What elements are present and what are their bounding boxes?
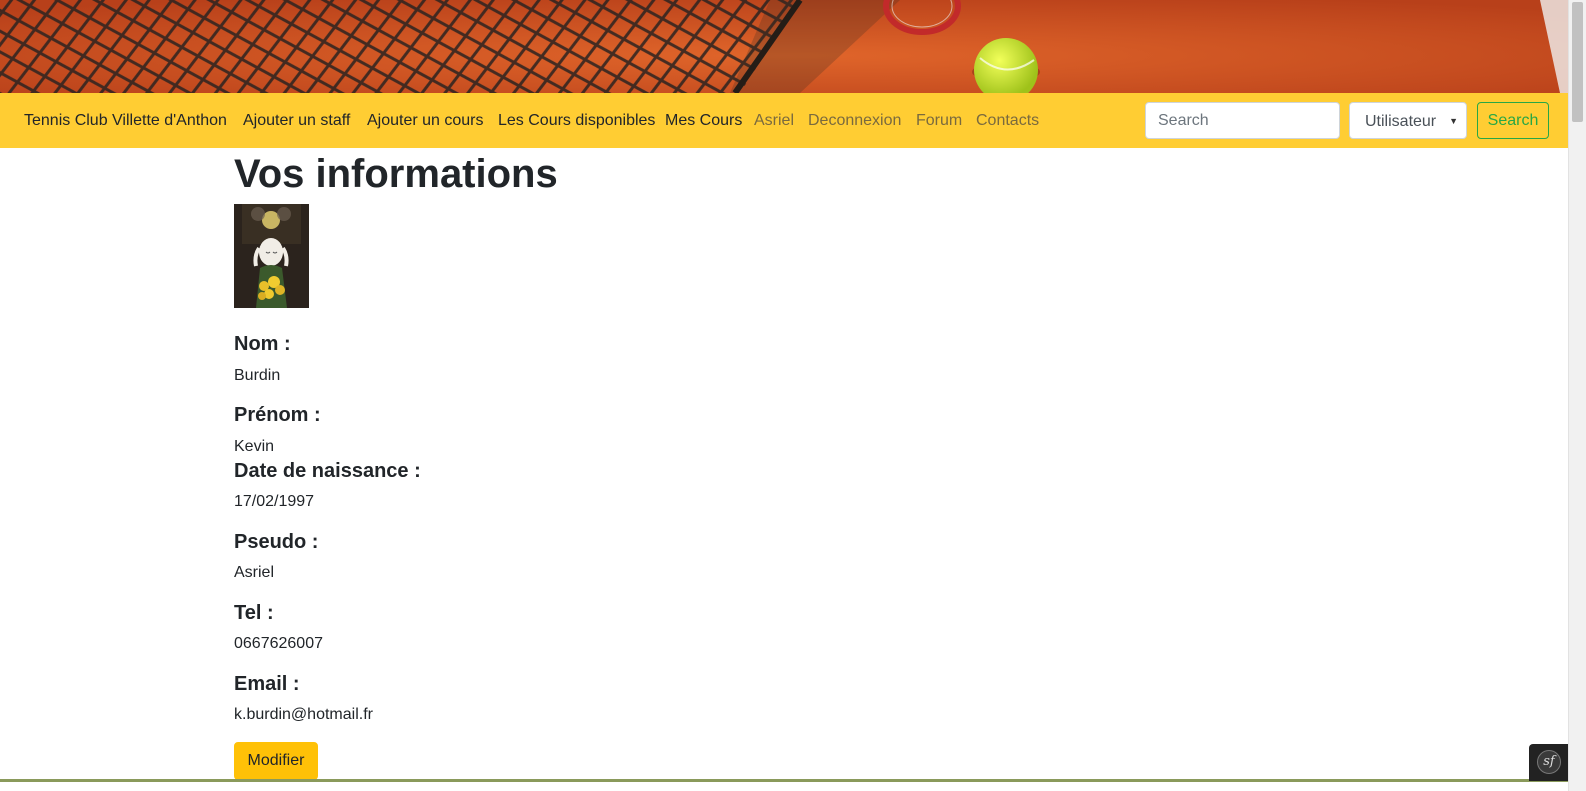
page-scrollbar[interactable] [1568, 0, 1586, 791]
birthdate-label: Date de naissance : [234, 460, 421, 482]
search-button[interactable]: Search [1477, 102, 1549, 139]
user-type-select[interactable]: Utilisateur ▼ [1349, 102, 1467, 139]
last-name-label: Nom : [234, 333, 291, 355]
dropdown-caret-icon: ▼ [1449, 116, 1458, 126]
footer-strip [0, 779, 1568, 782]
birthdate-value: 17/02/1997 [234, 493, 315, 510]
email-label: Email : [234, 673, 300, 695]
first-name-label: Prénom : [234, 404, 321, 426]
debug-toolbar-toggle[interactable]: sf [1529, 744, 1568, 781]
page-title: Vos informations [234, 152, 558, 196]
username-label: Pseudo : [234, 531, 319, 553]
email-value: k.burdin@hotmail.fr [234, 706, 373, 723]
profile-picture [234, 204, 309, 308]
nav-contacts[interactable]: Contacts [976, 93, 1039, 148]
phone-value: 0667626007 [234, 635, 323, 652]
symfony-icon: sf [1537, 750, 1561, 774]
nav-add-staff[interactable]: Ajouter un staff [243, 93, 350, 148]
user-type-select-value: Utilisateur [1365, 113, 1437, 130]
username-value: Asriel [234, 564, 275, 581]
first-name-value: Kevin [234, 438, 275, 455]
phone-label: Tel : [234, 602, 274, 624]
scrollbar-thumb[interactable] [1572, 2, 1583, 122]
modify-button[interactable]: Modifier [234, 742, 318, 780]
navbar-brand[interactable]: Tennis Club Villette d'Anthon [24, 93, 227, 148]
header-banner [0, 0, 1568, 93]
tennis-banner-image [0, 0, 1568, 93]
nav-available-courses[interactable]: Les Cours disponibles [498, 93, 655, 148]
nav-add-course[interactable]: Ajouter un cours [367, 93, 484, 148]
nav-my-courses[interactable]: Mes Cours [665, 93, 742, 148]
nav-logout[interactable]: Deconnexion [808, 93, 901, 148]
nav-forum[interactable]: Forum [916, 93, 962, 148]
last-name-value: Burdin [234, 367, 281, 384]
nav-user-profile[interactable]: Asriel [754, 93, 794, 148]
search-input[interactable] [1145, 102, 1340, 139]
